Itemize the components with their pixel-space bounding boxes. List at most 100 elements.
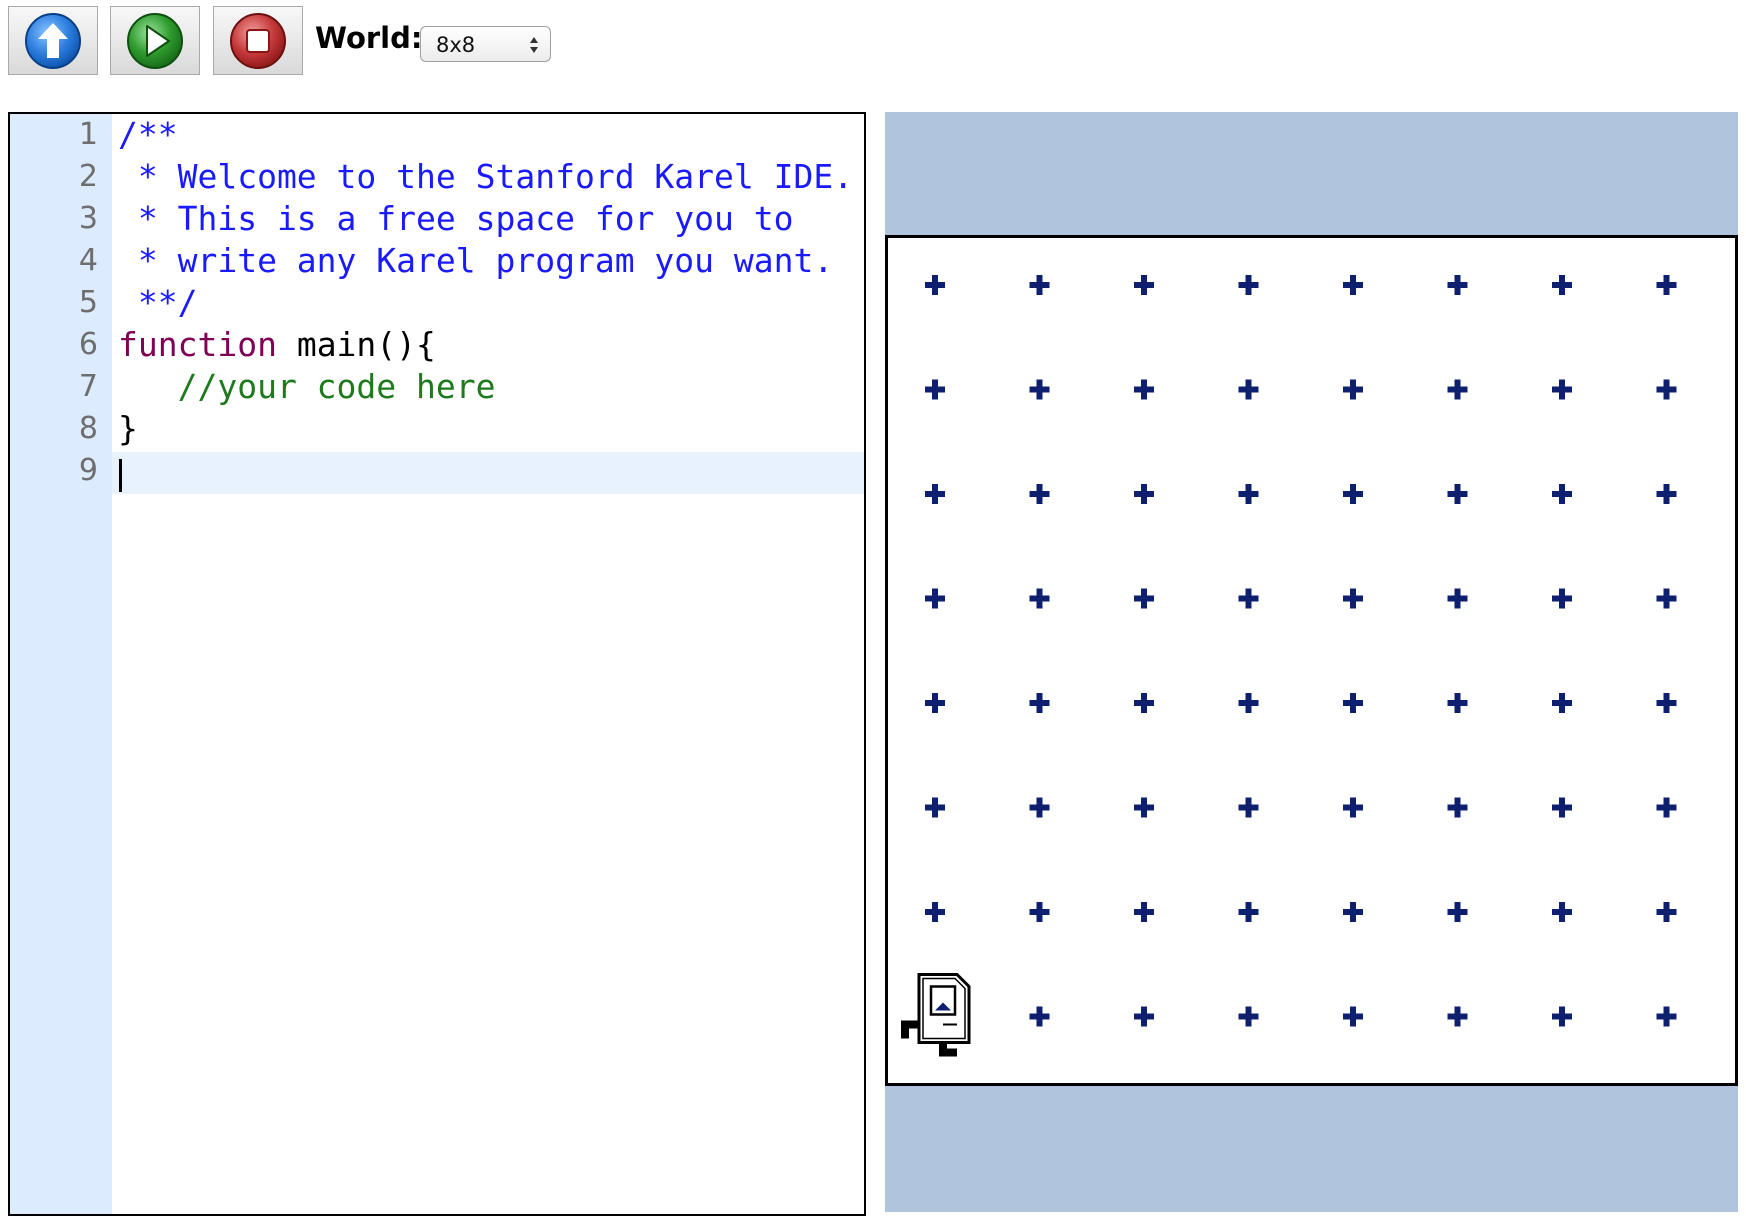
plus-icon [1134, 275, 1154, 295]
plus-icon [1238, 797, 1259, 818]
plus-icon [1029, 797, 1050, 818]
plus-icon [1029, 484, 1050, 504]
plus-icon [1656, 379, 1677, 400]
plus-icon [1343, 588, 1363, 609]
line-number: 1 [78, 117, 98, 152]
plus-icon [925, 693, 945, 713]
plus-icon [1343, 693, 1363, 713]
toolbar: World: 8x8 [0, 0, 1746, 90]
updown-arrows-icon [530, 37, 538, 53]
plus-icon [1552, 484, 1572, 504]
plus-icon [1656, 275, 1677, 295]
plus-icon [925, 902, 945, 922]
line-text: } [118, 408, 138, 450]
plus-icon [1656, 902, 1677, 922]
plus-icon [1134, 1006, 1154, 1027]
stop-icon [230, 12, 286, 69]
plus-icon [1552, 693, 1572, 713]
code-line: 4 * write any Karel program you want. [10, 240, 864, 282]
code-editor[interactable]: 1 /** 2 * Welcome to the Stanford Karel ID… [8, 112, 866, 1216]
plus-icon [1238, 379, 1259, 400]
plus-icon [1029, 693, 1050, 713]
plus-icon [1238, 588, 1259, 609]
line-number: 2 [78, 159, 98, 194]
code-token-comment: * write any Karel program you want. [118, 241, 834, 280]
stop-button[interactable] [213, 6, 303, 75]
plus-icon [1656, 693, 1677, 713]
plus-icon [1656, 797, 1677, 818]
line-text: * This is a free space for you to [118, 198, 794, 240]
code-token-comment: /** [118, 115, 178, 154]
world-panel [885, 112, 1738, 1212]
code-line: 7 //your code here [10, 366, 864, 408]
world-select-value: 8x8 [436, 33, 476, 57]
plus-icon [1343, 797, 1363, 818]
plus-icon [1238, 1006, 1259, 1027]
plus-icon [1447, 902, 1468, 922]
line-number: 5 [78, 285, 98, 320]
plus-icon [1343, 1006, 1363, 1027]
plus-icon [1134, 484, 1154, 504]
line-text: function main(){ [118, 324, 436, 366]
world-grid [901, 275, 1677, 1057]
plus-icon [925, 379, 945, 400]
plus-icon [1343, 902, 1363, 922]
world-select[interactable]: 8x8 [420, 26, 551, 62]
plus-icon [1656, 484, 1677, 504]
plus-icon [1552, 588, 1572, 609]
code-line: 9 [10, 450, 864, 492]
plus-icon [1552, 275, 1572, 295]
plus-icon [1238, 484, 1259, 504]
upload-button[interactable] [8, 6, 98, 75]
plus-icon [925, 275, 945, 295]
code-line: 3 * This is a free space for you to [10, 198, 864, 240]
plus-icon [925, 797, 945, 818]
plus-icon [925, 588, 945, 609]
plus-icon [1447, 484, 1468, 504]
plus-icon [1447, 797, 1468, 818]
plus-icon [1552, 379, 1572, 400]
plus-icon [1447, 1006, 1468, 1027]
plus-icon [1656, 588, 1677, 609]
run-button[interactable] [110, 6, 200, 75]
plus-icon [1238, 693, 1259, 713]
code-token-plain: main(){ [276, 325, 436, 364]
world-canvas [885, 235, 1738, 1086]
play-icon [127, 12, 183, 69]
code-line: 5 **/ [10, 282, 864, 324]
line-number: 4 [78, 243, 98, 278]
code-line: 6 function main(){ [10, 324, 864, 366]
plus-icon [1134, 797, 1154, 818]
code-token-plain: } [118, 409, 138, 448]
karel-robot-icon [901, 973, 971, 1057]
line-text: /** [118, 114, 178, 156]
plus-icon [1029, 902, 1050, 922]
code-token-comment: * This is a free space for you to [118, 199, 794, 238]
code-token-comment: **/ [118, 283, 198, 322]
plus-icon [1343, 484, 1363, 504]
code-token-green: //your code here [118, 367, 496, 406]
code-token-keyword: function [118, 325, 277, 364]
line-number: 6 [78, 327, 98, 362]
plus-icon [1552, 797, 1572, 818]
plus-icon [1029, 379, 1050, 400]
code-line: 1 /** [10, 114, 864, 156]
plus-icon [1447, 275, 1468, 295]
code-line: 8} [10, 408, 864, 450]
plus-icon [1447, 588, 1468, 609]
plus-icon [1238, 275, 1259, 295]
plus-icon [1134, 379, 1154, 400]
plus-icon [1029, 1006, 1050, 1027]
line-number: 7 [78, 369, 98, 404]
line-text: * Welcome to the Stanford Karel IDE. [118, 156, 853, 198]
plus-icon [1447, 379, 1468, 400]
plus-icon [925, 484, 945, 504]
plus-icon [1343, 275, 1363, 295]
plus-icon [1238, 902, 1259, 922]
line-number: 9 [78, 453, 98, 488]
plus-icon [1343, 379, 1363, 400]
line-text: * write any Karel program you want. [118, 240, 833, 282]
plus-icon [1656, 1006, 1677, 1027]
line-text: //your code here [118, 366, 496, 408]
plus-icon [1029, 275, 1050, 295]
